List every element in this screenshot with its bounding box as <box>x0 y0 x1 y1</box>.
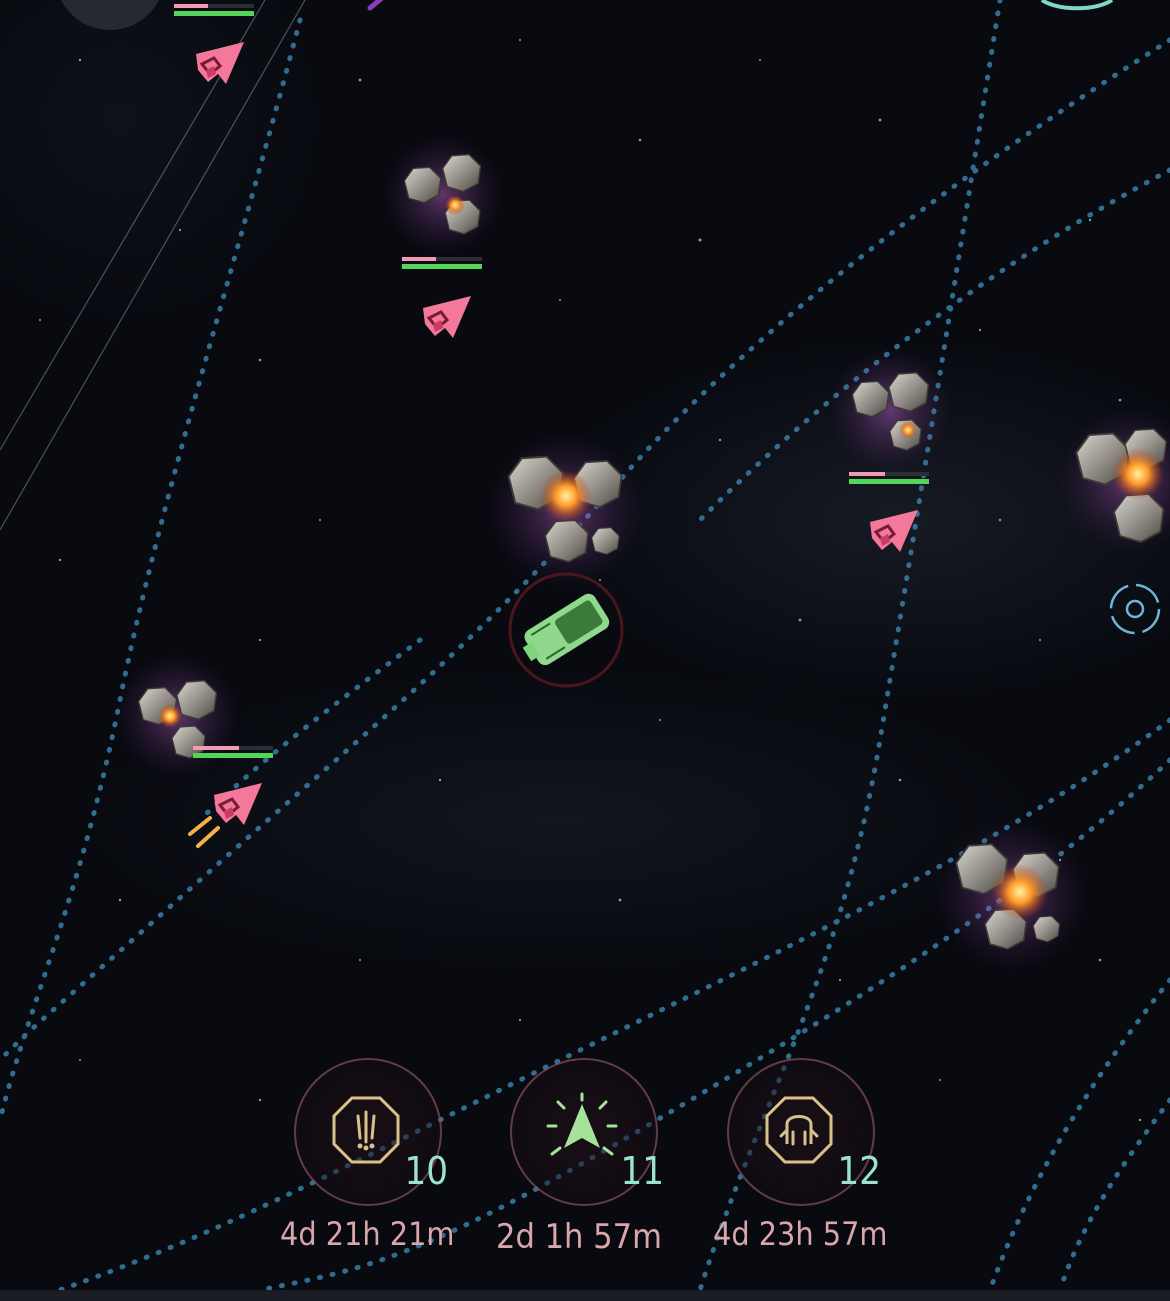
player-ship-icon[interactable] <box>508 572 624 688</box>
health-bar <box>174 4 254 16</box>
asteroid-cluster[interactable] <box>936 819 1088 971</box>
enemy-ship-icon[interactable] <box>212 781 264 827</box>
partial-planet-right[interactable] <box>1040 0 1114 11</box>
asteroid-cluster[interactable] <box>1058 408 1170 552</box>
locate-target-icon[interactable] <box>1108 582 1162 636</box>
fleet-slot-3-button[interactable]: 12 <box>727 1058 881 1206</box>
fleet-level: 11 <box>620 1149 665 1193</box>
fleet-timer: 2d 1h 57m <box>496 1217 662 1257</box>
asteroid-cluster[interactable] <box>115 653 239 777</box>
health-bar <box>402 257 482 269</box>
fleet-timer: 4d 21h 21m <box>280 1215 455 1253</box>
bottom-strip <box>0 1290 1170 1301</box>
ship-burst-icon <box>546 1092 618 1156</box>
fleet-level: 12 <box>837 1149 882 1193</box>
health-bar <box>849 472 929 484</box>
enemy-ship-icon[interactable] <box>421 294 473 340</box>
shield-octagon-icon <box>765 1096 833 1164</box>
boundary-lines <box>0 0 306 531</box>
asteroid-cluster[interactable] <box>828 348 952 472</box>
space-map[interactable]: 10 11 12 4d 21h 21m 2d 1h 57m 4d 23h 57m <box>0 0 1170 1290</box>
warning-octagon-icon <box>332 1096 400 1164</box>
fleet-slot-2-button[interactable]: 11 <box>510 1058 664 1206</box>
fleet-level: 10 <box>404 1149 449 1193</box>
thruster-flame <box>188 816 220 848</box>
asteroid-cluster[interactable] <box>487 432 643 588</box>
enemy-ship-icon[interactable] <box>868 508 920 554</box>
partial-planet-left[interactable] <box>55 0 165 30</box>
fleet-timer: 4d 23h 57m <box>713 1215 888 1253</box>
streak <box>367 0 384 11</box>
enemy-ship-icon[interactable] <box>194 40 246 86</box>
asteroid-cluster[interactable] <box>383 135 503 255</box>
fleet-slot-1-button[interactable]: 10 <box>294 1058 448 1206</box>
